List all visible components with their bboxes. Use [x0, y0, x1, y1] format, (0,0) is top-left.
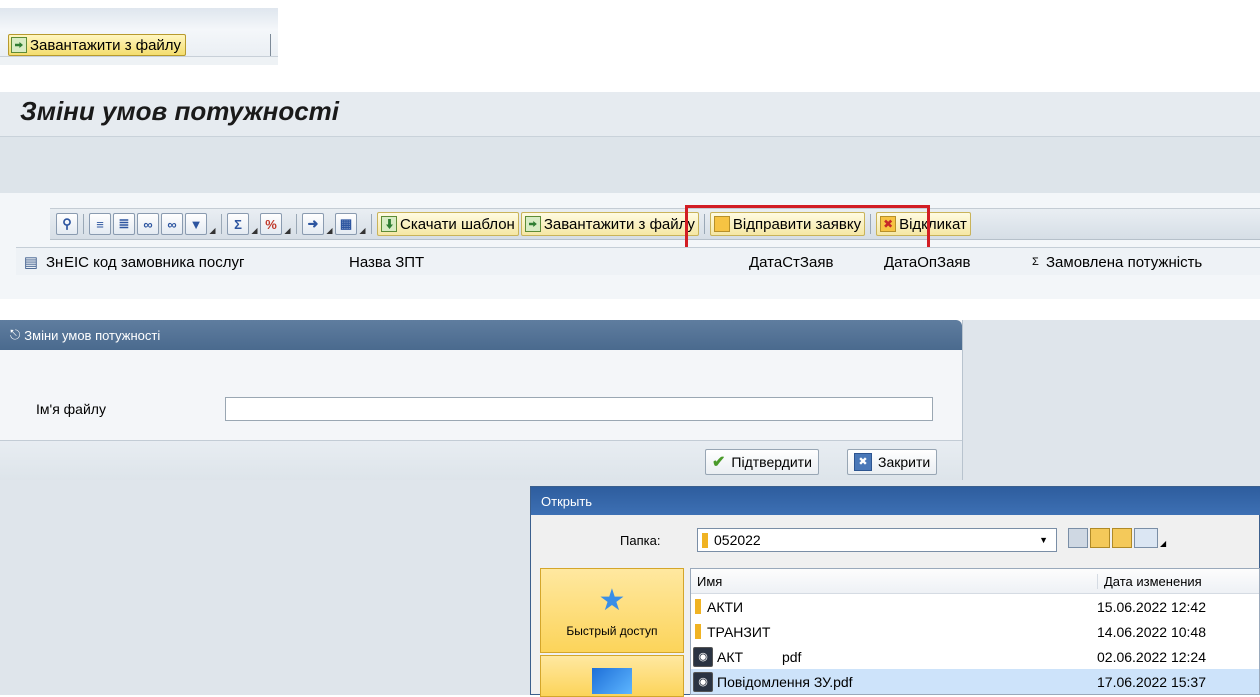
file-name-label: Ім'я файлу	[36, 401, 106, 417]
folder-label: Папка:	[620, 533, 661, 548]
snippet-upload-button[interactable]: Завантажити з файлу	[8, 34, 187, 56]
snippet-divider	[0, 56, 278, 65]
col-date-op[interactable]: ДатаОпЗаяв	[884, 254, 1032, 271]
file-name: АКТ pdf	[717, 648, 802, 665]
file-name-input[interactable]	[225, 397, 933, 421]
highlight-box	[685, 205, 930, 252]
open-dialog-toolbar: ◢	[1068, 528, 1166, 548]
chevron-down-icon[interactable]: ▼	[1039, 535, 1048, 545]
filter-dropdown-icon[interactable]: ◢	[209, 213, 216, 235]
toolbar-separator	[221, 214, 222, 234]
folder-icon	[695, 599, 701, 614]
grid-body	[0, 275, 1260, 299]
file-list: Имя Дата изменения АКТИ 15.06.2022 12:42…	[690, 568, 1260, 695]
col-date-header[interactable]: Дата изменения	[1098, 574, 1202, 589]
confirm-button[interactable]: ✔ Підтвердити	[705, 449, 819, 475]
desktop-item[interactable]	[540, 655, 684, 697]
file-row[interactable]: АКТИ 15.06.2022 12:42	[691, 594, 1259, 619]
folder-value: 052022	[714, 532, 761, 548]
snippet-separator	[270, 34, 271, 56]
sort-descending-icon[interactable]: ≣	[113, 213, 135, 235]
open-dialog-titlebar: Открыть	[531, 487, 1260, 515]
col-date-start[interactable]: ДатаСтЗаяв	[749, 254, 884, 271]
col-change[interactable]: Зн	[46, 254, 64, 271]
file-date: 15.06.2022 12:42	[1097, 598, 1206, 615]
pdf-icon: ◉	[693, 646, 713, 667]
download-template-label: Скачати шаблон	[400, 215, 515, 233]
col-eic[interactable]: EIC код замовника послуг	[64, 254, 349, 271]
upload-dialog-title: Зміни умов потужності	[24, 327, 161, 343]
file-date: 02.06.2022 12:24	[1097, 648, 1206, 665]
find-icon[interactable]: ∞	[137, 213, 159, 235]
col-name-header[interactable]: Имя	[691, 573, 1098, 589]
file-list-header: Имя Дата изменения	[691, 569, 1259, 594]
sum-marker: Ʃ	[1032, 256, 1039, 268]
sum-dropdown-icon[interactable]: ◢	[251, 213, 258, 235]
toolbar-separator	[83, 214, 84, 234]
select-all-icon[interactable]: ▤	[16, 253, 46, 271]
grid-header: ▤ Зн EIC код замовника послуг Назва ЗПТ …	[16, 247, 1260, 277]
upload-icon	[524, 216, 541, 232]
file-name: Повідомлення ЗУ.pdf	[717, 673, 853, 690]
col-ordered-power[interactable]: Замовлена потужність	[1046, 254, 1202, 271]
upload-dialog-titlebar: ⎋ Зміни умов потужності	[0, 320, 962, 350]
file-date: 17.06.2022 15:37	[1097, 673, 1206, 690]
snippet-upload-label: Завантажити з файлу	[30, 36, 182, 54]
quick-access-label: Быстрый доступ	[566, 623, 658, 638]
upload-from-file-label: Завантажити з файлу	[543, 215, 695, 233]
sort-ascending-icon[interactable]: ≡	[89, 213, 111, 235]
dialog-icon: ⎋	[10, 327, 21, 342]
sum-icon[interactable]: Σ	[227, 213, 249, 235]
file-row[interactable]: ◉ АКТ pdf 02.06.2022 12:24	[691, 644, 1259, 669]
check-icon: ✔	[712, 454, 726, 471]
file-row-selected[interactable]: ◉ Повідомлення ЗУ.pdf 17.06.2022 15:37	[691, 669, 1259, 694]
export-icon[interactable]: ➜	[302, 213, 324, 235]
toolbar-separator	[296, 214, 297, 234]
confirm-label: Підтвердити	[731, 454, 812, 470]
upload-icon	[11, 37, 27, 53]
download-icon	[381, 216, 397, 232]
close-icon: ✖	[854, 453, 872, 471]
file-name: АКТИ	[707, 598, 744, 615]
grid-toolbar: ⚲ ≡ ≣ ∞ ∞ ▼ ◢ Σ ◢ % ◢ ➜ ◢ ▦ ◢ Скачати ша…	[50, 208, 1260, 240]
up-folder-icon[interactable]	[1090, 528, 1110, 548]
file-date: 14.06.2022 10:48	[1097, 623, 1206, 640]
close-label: Закрити	[878, 454, 931, 470]
selection-area	[0, 136, 1260, 194]
upload-from-file-button[interactable]: Завантажити з файлу	[520, 212, 699, 236]
page-title: Зміни умов потужності	[20, 96, 340, 126]
open-dialog-title: Открыть	[541, 493, 593, 509]
folder-select[interactable]: 052022 ▼	[697, 528, 1057, 552]
filter-icon[interactable]: ▼	[185, 213, 207, 235]
download-template-button[interactable]: Скачати шаблон	[377, 212, 519, 236]
star-icon: ★	[598, 583, 626, 617]
layout-icon[interactable]: ▦	[335, 213, 357, 235]
file-name: ТРАНЗИТ	[707, 623, 771, 640]
subtotal-dropdown-icon[interactable]: ◢	[284, 213, 291, 235]
file-row[interactable]: ТРАНЗИТ 14.06.2022 10:48	[691, 619, 1259, 644]
pdf-icon: ◉	[693, 671, 713, 692]
subtotal-icon[interactable]: %	[260, 213, 282, 235]
desktop-icon	[592, 668, 632, 694]
back-icon[interactable]	[1068, 528, 1088, 548]
details-icon[interactable]: ⚲	[56, 213, 78, 235]
folder-icon	[702, 532, 708, 548]
view-dropdown-icon[interactable]: ◢	[1160, 539, 1166, 548]
background-right	[963, 320, 1260, 480]
find-next-icon[interactable]: ∞	[161, 213, 183, 235]
places-bar: ★ Быстрый доступ	[540, 568, 684, 697]
export-dropdown-icon[interactable]: ◢	[326, 213, 333, 235]
quick-access-item[interactable]: ★ Быстрый доступ	[540, 568, 684, 653]
layout-dropdown-icon[interactable]: ◢	[359, 213, 366, 235]
folder-icon	[695, 624, 701, 639]
toolbar-separator	[371, 214, 372, 234]
new-folder-icon[interactable]	[1112, 528, 1132, 548]
view-menu-icon[interactable]	[1134, 528, 1158, 548]
col-zpt-name[interactable]: Назва ЗПТ	[349, 254, 749, 271]
close-button[interactable]: ✖ Закрити	[847, 449, 938, 475]
